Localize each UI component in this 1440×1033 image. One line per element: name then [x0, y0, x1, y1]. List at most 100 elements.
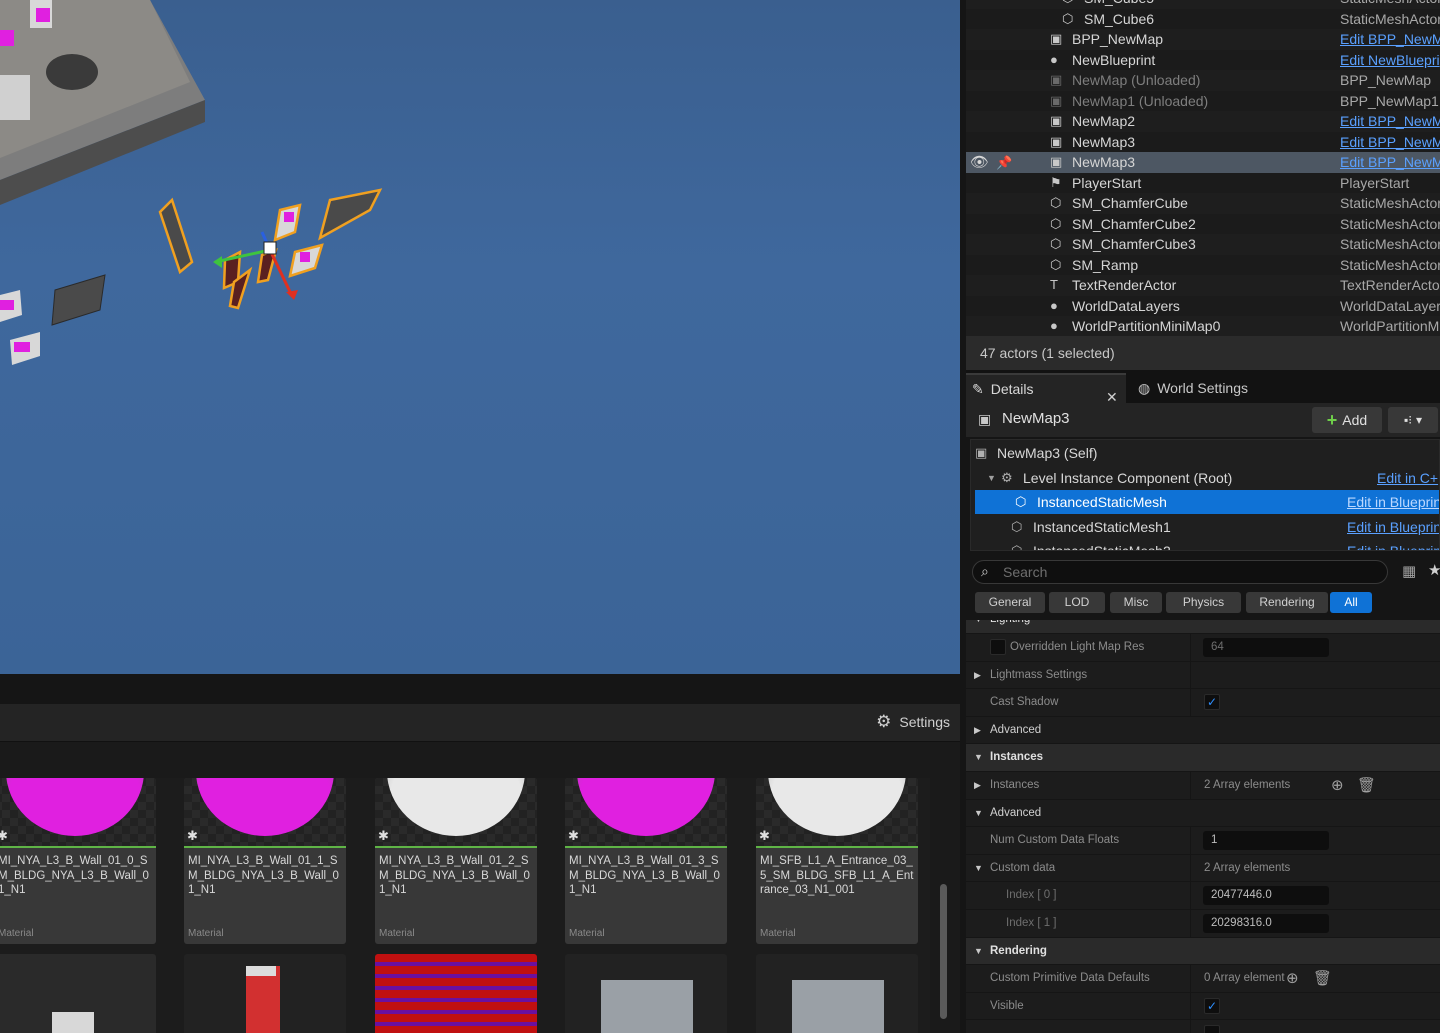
asset-tile[interactable] [0, 954, 156, 1033]
component-row[interactable]: ▼ ⚙ Level Instance Component (Root) Edit in… [971, 466, 1439, 490]
trash-icon[interactable]: 🗑 [1357, 772, 1376, 799]
chevron-down-icon[interactable]: ▼ [987, 466, 996, 490]
asset-tile[interactable]: ✱ MI_NYA_L3_B_Wall_01_2_SM_BLDG_NYA_L3_B… [375, 778, 537, 944]
prop-advanced-2[interactable]: ▼ Advanced [966, 800, 1440, 828]
outliner-row[interactable]: ⬡ SM_Cube6 StaticMeshActor [966, 8, 1440, 29]
visible-checkbox[interactable]: ✓ [1204, 997, 1220, 1014]
outliner-row[interactable]: ▣ NewMap2 Edit BPP_NewM [966, 111, 1440, 132]
asset-tile[interactable] [184, 954, 346, 1033]
round-table[interactable] [46, 54, 98, 90]
actor-type: StaticMeshActor [1340, 215, 1440, 232]
component-row[interactable]: ⬡ InstancedStaticMesh2 Edit in Blueprin [971, 539, 1439, 550]
filter-lod[interactable]: LOD [1049, 592, 1105, 613]
index-0-field[interactable]: 20477446.0 [1203, 886, 1329, 906]
edit-blueprint-link[interactable]: Edit BPP_NewM [1340, 152, 1440, 172]
actor-name: BPP_NewMap [1072, 31, 1164, 47]
add-component-button[interactable]: + Add [1312, 407, 1382, 433]
edit-link[interactable]: Edit in Blueprin [1347, 539, 1439, 550]
edit-link[interactable]: Edit in C+ [1377, 466, 1438, 490]
asterisk-icon: ✱ [568, 828, 579, 843]
asset-type: Material [379, 928, 415, 939]
category-instances[interactable]: ▼ Instances [966, 744, 1440, 772]
num-custom-data-field[interactable]: 1 [1203, 831, 1329, 851]
static-mesh-icon: ⬡ [1062, 0, 1078, 6]
table-view-icon[interactable]: ▦ [1402, 562, 1416, 580]
outliner-row[interactable]: ⬡ SM_ChamferCube2 StaticMeshActor [966, 213, 1440, 234]
outliner-row[interactable]: ▣ NewMap3 Edit BPP_NewM [966, 131, 1440, 152]
tab-details[interactable]: ✎ Details ✕ [966, 373, 1126, 405]
mesh-preview [246, 966, 280, 1033]
edit-link[interactable]: Edit in Blueprin [1347, 515, 1439, 539]
asset-tile[interactable] [756, 954, 918, 1033]
edit-blueprint-link[interactable]: Edit BPP_NewM [1340, 111, 1440, 131]
building-prop-2[interactable] [0, 75, 30, 120]
cast-shadow-checkbox[interactable]: ✓ [1204, 694, 1220, 711]
content-browser-scrollbar[interactable] [940, 884, 947, 1019]
asset-tile[interactable]: ✱ MI_NYA_L3_B_Wall_01_0_SM_BLDG_NYA_L3_B… [0, 778, 156, 944]
prop-advanced[interactable]: ▶ Advanced [966, 717, 1440, 745]
asset-tile[interactable]: ✱ MI_NYA_L3_B_Wall_01_1_SM_BLDG_NYA_L3_B… [184, 778, 346, 944]
actor-type: StaticMeshActor [1340, 256, 1440, 273]
prop-custom-data[interactable]: ▼ Custom data 2 Array elements [966, 854, 1440, 883]
override-checkbox[interactable] [990, 639, 1006, 655]
viewport-scene[interactable] [0, 0, 960, 674]
asset-tile[interactable] [565, 954, 727, 1033]
asset-tile[interactable] [375, 954, 537, 1033]
next-checkbox[interactable] [1204, 1025, 1220, 1033]
chevron-right-icon[interactable]: ▶ [974, 772, 981, 799]
filter-general[interactable]: General [975, 592, 1045, 613]
outliner-row[interactable]: ⬡ SM_ChamferCube3 StaticMeshActor [966, 234, 1440, 255]
outliner-row[interactable]: ⬡ SM_Ramp StaticMeshActor [966, 254, 1440, 275]
object-title: NewMap3 [1002, 410, 1070, 427]
outliner-row[interactable]: ⬡ SM_Cube5 StaticMeshActor [966, 0, 1440, 9]
filter-physics[interactable]: Physics [1166, 592, 1241, 613]
outliner-row[interactable]: 👁 📌 ▣ NewMap3 Edit BPP_NewM [966, 152, 1440, 173]
view-options-button[interactable]: ▪⁝ ▾ [1388, 407, 1438, 433]
asset-tile[interactable]: ✱ MI_SFB_L1_A_Entrance_03_5_SM_BLDG_SFB_… [756, 778, 918, 944]
edit-blueprint-link[interactable]: Edit BPP_NewM [1340, 132, 1440, 152]
actor-name: SM_ChamferCube [1072, 195, 1188, 211]
add-element-icon[interactable]: ⊕ [1331, 772, 1344, 799]
prop-index-0: Index [ 0 ] 20477446.0 [966, 882, 1440, 910]
add-element-icon[interactable]: ⊕ [1286, 965, 1299, 992]
component-row[interactable]: ▣ NewMap3 (Self) [971, 441, 1439, 465]
tab-world-settings[interactable]: ◍ World Settings [1132, 373, 1302, 403]
asset-thumbnail [184, 778, 346, 846]
outliner-row[interactable]: ● WorldPartitionMiniMap0 WorldPartitionM [966, 316, 1440, 336]
component-row[interactable]: ⬡ InstancedStaticMesh1 Edit in Blueprin [971, 515, 1439, 539]
prop-lightmass-settings[interactable]: ▶ Lightmass Settings [966, 661, 1440, 690]
player-start-icon: ⚑ [1050, 174, 1062, 190]
outliner-row[interactable]: ⬡ SM_ChamferCube StaticMeshActor [966, 193, 1440, 214]
pin-icon[interactable]: 📌 [996, 153, 1012, 173]
category-rendering[interactable]: ▼ Rendering [966, 937, 1440, 966]
outliner-row[interactable]: ● WorldDataLayers WorldDataLayers [966, 295, 1440, 316]
outliner-row[interactable]: ⚑ PlayerStart PlayerStart [966, 172, 1440, 193]
outliner-row[interactable]: T TextRenderActor TextRenderActor [966, 275, 1440, 296]
outliner-row[interactable]: ▣ BPP_NewMap Edit BPP_NewM [966, 29, 1440, 50]
trash-icon[interactable]: 🗑 [1313, 965, 1332, 992]
category-lighting[interactable]: ▼ Lighting [966, 620, 1440, 634]
eye-icon[interactable]: 👁 [970, 153, 989, 173]
light-map-res-field[interactable]: 64 [1203, 638, 1329, 657]
level-viewport[interactable] [0, 0, 960, 674]
star-icon[interactable]: ★ [1428, 561, 1440, 579]
edit-blueprint-link[interactable]: Edit NewBluepri [1340, 50, 1440, 70]
outliner-row[interactable]: ● NewBlueprint Edit NewBluepri [966, 49, 1440, 70]
filter-rendering[interactable]: Rendering [1246, 592, 1328, 613]
component-row[interactable]: ⬡ InstancedStaticMesh Edit in Blueprin [975, 490, 1439, 514]
outliner-row[interactable]: ▣ NewMap1 (Unloaded) BPP_NewMap1 [966, 90, 1440, 111]
edit-blueprint-link[interactable]: Edit BPP_NewM [1340, 29, 1440, 49]
search-input[interactable]: ⌕ Search [972, 560, 1388, 584]
filter-all[interactable]: All [1330, 592, 1372, 613]
actor-name: NewBlueprint [1072, 51, 1156, 68]
filter-misc[interactable]: Misc [1110, 592, 1162, 613]
prop-next [966, 1020, 1440, 1033]
asset-grid[interactable]: ✱ MI_NYA_L3_B_Wall_01_0_SM_BLDG_NYA_L3_B… [0, 778, 930, 1033]
material-sphere [196, 778, 334, 836]
asset-tile[interactable]: ✱ MI_NYA_L3_B_Wall_01_3_SM_BLDG_NYA_L3_B… [565, 778, 727, 944]
index-1-field[interactable]: 20298316.0 [1203, 914, 1329, 933]
settings-button[interactable]: ⚙ Settings [876, 712, 950, 732]
edit-link[interactable]: Edit in Blueprin [1347, 490, 1439, 514]
outliner-row[interactable]: ▣ NewMap (Unloaded) BPP_NewMap [966, 70, 1440, 91]
floating-panel[interactable] [51, 274, 106, 326]
